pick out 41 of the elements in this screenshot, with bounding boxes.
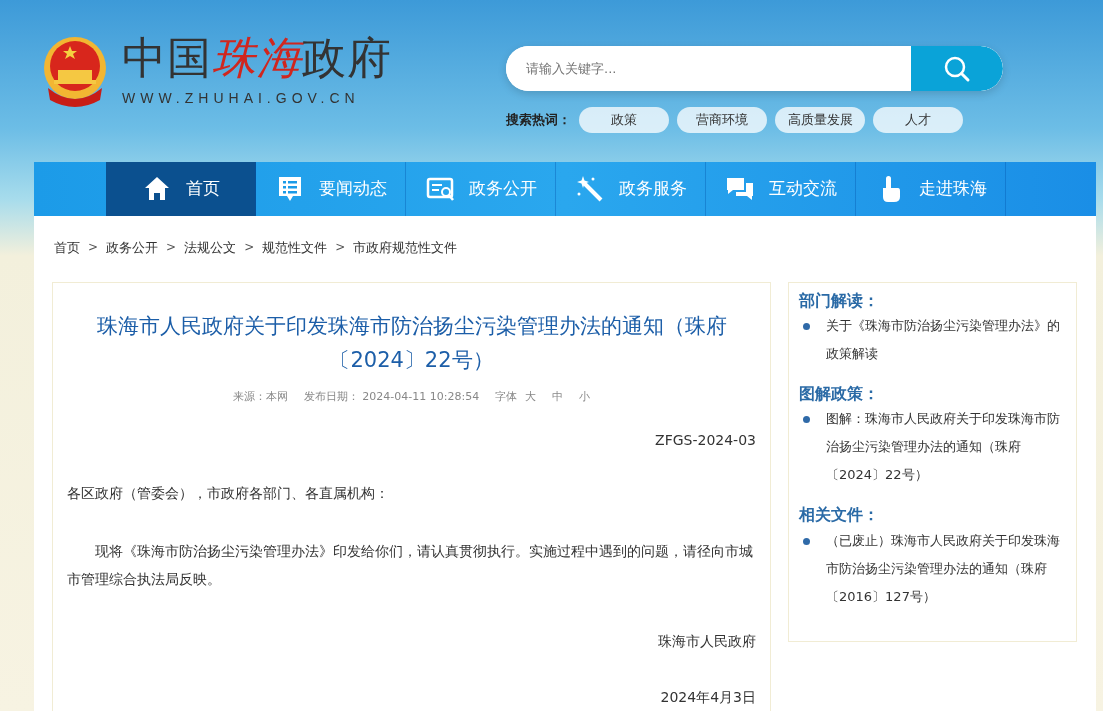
- sidebar-heading: 部门解读：: [799, 291, 880, 311]
- breadcrumb-separator: >: [88, 239, 99, 256]
- breadcrumb-link[interactable]: 市政府规范性文件: [353, 238, 458, 258]
- font-size-label: 字体: [495, 389, 518, 405]
- sidebar-heading: 图解政策：: [799, 384, 880, 404]
- breadcrumb-link[interactable]: 政务公开: [106, 238, 159, 258]
- font-size-link[interactable]: 大: [525, 389, 537, 406]
- hot-word-tag[interactable]: 高质量发展: [775, 107, 865, 133]
- breadcrumb-separator: >: [244, 239, 255, 256]
- document-date: 2024年4月3日: [660, 688, 756, 705]
- breadcrumb-separator: >: [166, 239, 177, 256]
- nav-tab[interactable]: 首页: [106, 162, 256, 216]
- sidebar-heading: 相关文件：: [799, 505, 880, 525]
- bullet-icon: [803, 537, 810, 545]
- addressee-text: 各区政府（管委会），市政府各部门、各直属机构：: [67, 483, 390, 503]
- hot-word-tag[interactable]: 人才: [873, 107, 963, 133]
- signer-name: 珠海市人民政府: [658, 632, 756, 649]
- font-size-link[interactable]: 中: [552, 389, 564, 406]
- site-url: WWW.ZHUHAI.GOV.CN: [122, 89, 361, 108]
- sidebar-link[interactable]: 图解：珠海市人民政府关于印发珠海市防治扬尘污染管理办法的通知（珠府〔2024〕22号）: [826, 405, 1066, 490]
- font-size-link[interactable]: 小: [579, 389, 591, 406]
- article-title: 珠海市人民政府关于印发珠海市防治扬尘污染管理办法的通知（珠府〔2024〕22号）: [95, 313, 728, 374]
- breadcrumb-link[interactable]: 规范性文件: [262, 238, 328, 258]
- search-icon: [943, 54, 971, 83]
- sidebar-link[interactable]: 关于《珠海市防治扬尘污染管理办法》的政策解读: [826, 312, 1066, 369]
- hot-word-tag[interactable]: 营商环境: [677, 107, 767, 133]
- body-paragraph: 现将《珠海市防治扬尘污染管理办法》印发给你们，请认真贯彻执行。实施过程中遇到的问题，请径向市城市管理综合执法局反映。: [67, 541, 754, 589]
- article-source: 来源：本网: [232, 389, 288, 405]
- sidebar-link[interactable]: （已废止）珠海市人民政府关于印发珠海市防治扬尘污染管理办法的通知（珠府〔2016〕127号）: [826, 526, 1066, 611]
- breadcrumb-separator: >: [335, 239, 346, 256]
- document-number: ZFGS-2024-03: [655, 431, 756, 448]
- hot-words-label: 搜索热词：: [506, 111, 571, 130]
- breadcrumb-link[interactable]: 首页: [54, 238, 80, 258]
- bullet-icon: [803, 323, 810, 331]
- search-button[interactable]: [911, 46, 1003, 91]
- publish-date: 发布日期： 2024-04-11 10:28:54: [303, 389, 480, 405]
- hot-word-tag[interactable]: 政策: [579, 107, 669, 133]
- breadcrumb-link[interactable]: 法规公文: [184, 238, 237, 258]
- bullet-icon: [803, 416, 810, 424]
- site-logo-text: 中国珠海政府: [122, 36, 392, 80]
- search-field[interactable]: 请输入关键字...: [506, 46, 1003, 91]
